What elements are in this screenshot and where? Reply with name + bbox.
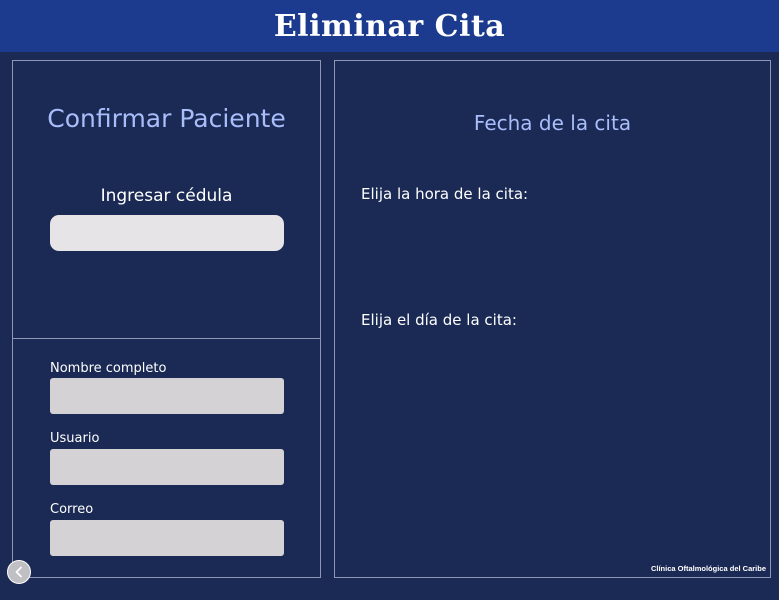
clinic-brand: Clínica Oftalmológica del Caribe bbox=[650, 564, 766, 573]
chevron-left-icon bbox=[13, 566, 25, 578]
id-number-label: Ingresar cédula bbox=[100, 186, 233, 206]
id-number-input[interactable] bbox=[50, 215, 284, 251]
username-field[interactable] bbox=[50, 449, 284, 485]
appointment-date-panel: Fecha de la cita Elija la hora de la cit… bbox=[334, 60, 771, 578]
page-title: Eliminar Cita bbox=[273, 8, 506, 44]
username-label: Usuario bbox=[50, 431, 100, 446]
back-button[interactable] bbox=[7, 560, 31, 584]
hour-select-label: Elija la hora de la cita: bbox=[361, 185, 529, 203]
email-label: Correo bbox=[50, 502, 94, 517]
full-name-field[interactable] bbox=[50, 378, 284, 414]
appointment-date-title: Fecha de la cita bbox=[473, 111, 632, 135]
patient-details-panel: Nombre completo Usuario Correo bbox=[12, 338, 321, 578]
day-select-label: Elija el día de la cita: bbox=[361, 311, 517, 329]
header-bar: Eliminar Cita bbox=[0, 0, 779, 52]
confirm-patient-panel: Confirmar Paciente Ingresar cédula bbox=[12, 60, 321, 339]
confirm-patient-title: Confirmar Paciente bbox=[47, 104, 286, 133]
email-field[interactable] bbox=[50, 520, 284, 556]
full-name-label: Nombre completo bbox=[50, 361, 167, 376]
